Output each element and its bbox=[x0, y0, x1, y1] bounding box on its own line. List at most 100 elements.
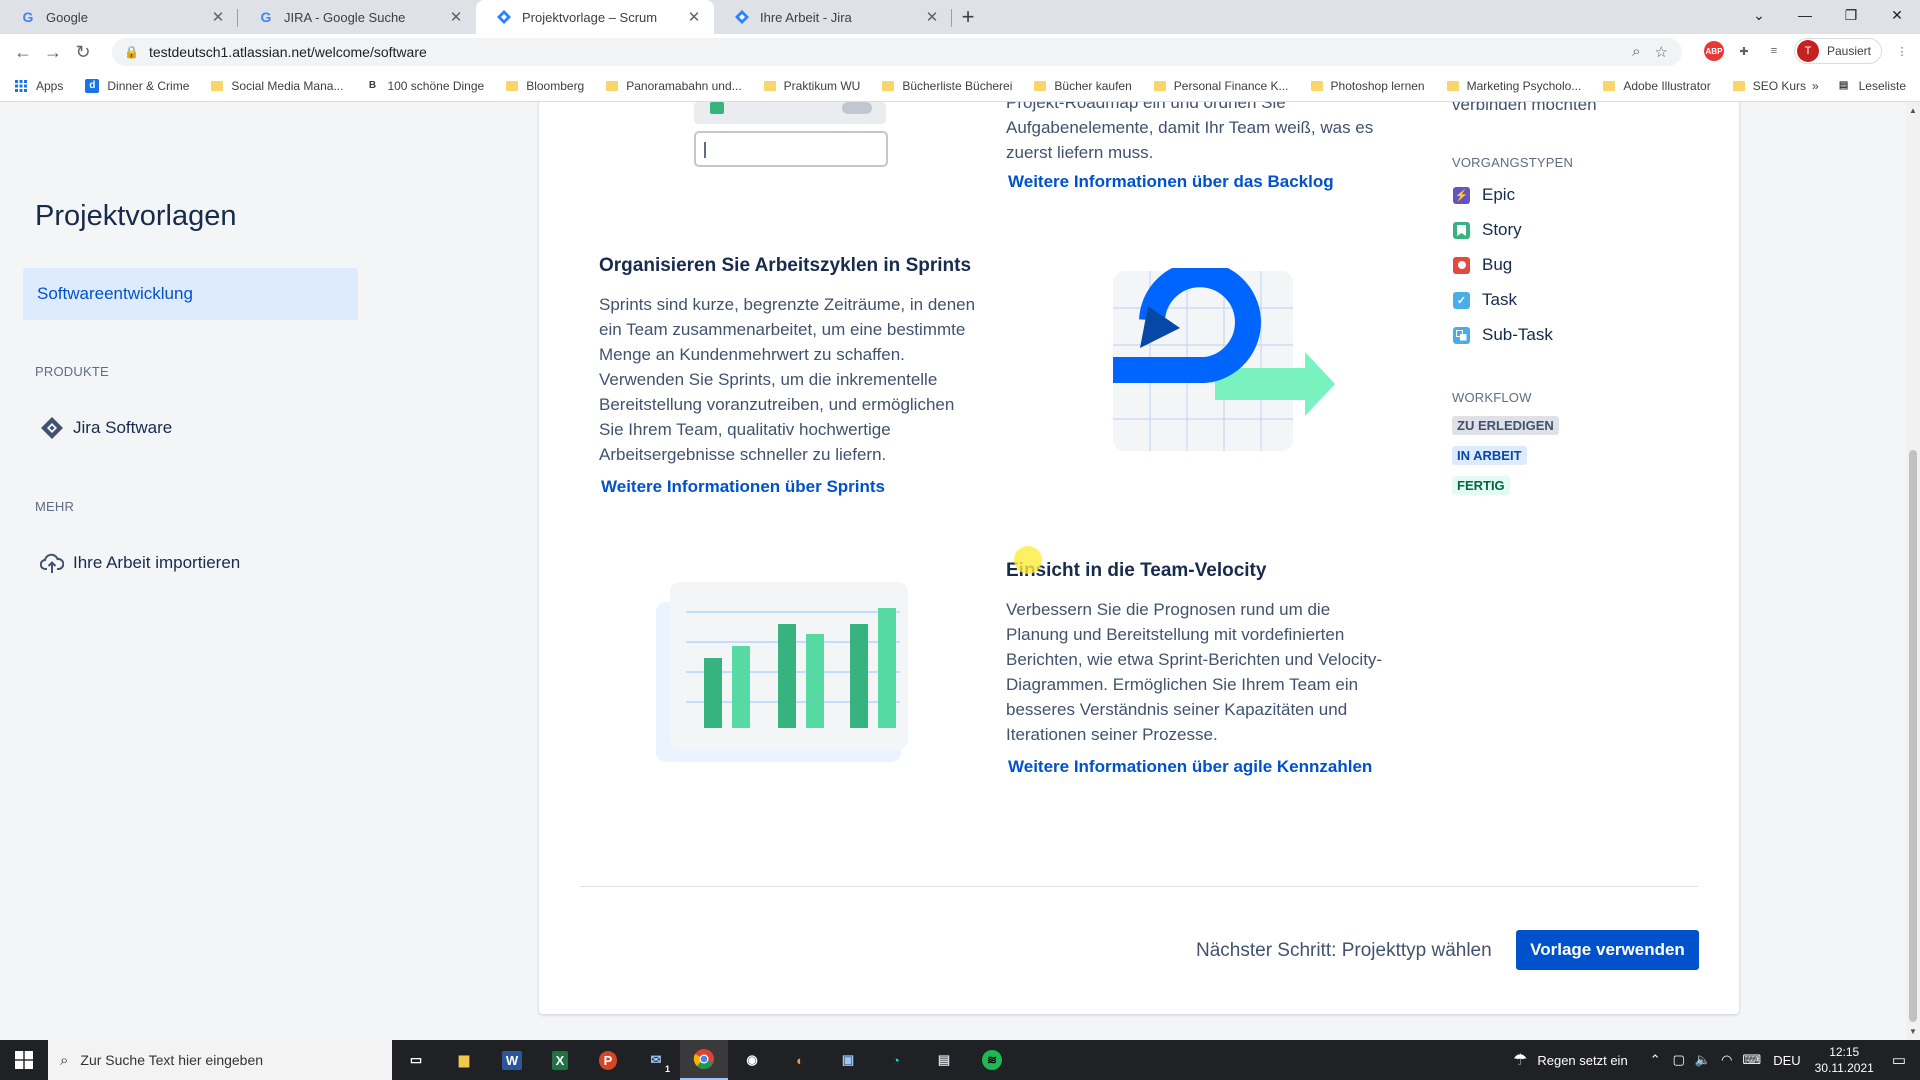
scroll-up-icon[interactable]: ▲ bbox=[1906, 106, 1920, 115]
jira-icon bbox=[496, 9, 512, 25]
new-tab-button[interactable]: + bbox=[952, 0, 984, 34]
issue-type-label: Bug bbox=[1482, 255, 1513, 274]
jira-software-icon bbox=[40, 416, 64, 440]
taskbar-search-input[interactable]: ⌕ Zur Suche Text hier eingeben bbox=[48, 1040, 392, 1080]
file-explorer-icon[interactable]: ▆ bbox=[440, 1040, 488, 1080]
tray-chevron-icon[interactable]: ⌃ bbox=[1650, 1052, 1661, 1068]
backlog-illustration bbox=[694, 102, 888, 167]
bookmark-folder[interactable]: Panoramabahn und... bbox=[606, 79, 742, 93]
powerpoint-icon[interactable]: P bbox=[584, 1040, 632, 1080]
bookmark-folder[interactable]: Adobe Illustrator bbox=[1603, 79, 1711, 93]
bookmark-folder[interactable]: Personal Finance K... bbox=[1153, 79, 1289, 93]
excel-icon[interactable]: X bbox=[536, 1040, 584, 1080]
windows-taskbar: ⌕ Zur Suche Text hier eingeben ▭ ▆ W X P… bbox=[0, 1040, 1920, 1080]
status-badge-todo: ZU ERLEDIGEN bbox=[1452, 416, 1559, 435]
forward-icon[interactable]: → bbox=[38, 42, 68, 63]
app-icon[interactable]: ▣ bbox=[824, 1040, 872, 1080]
sidebar-item-jira-software[interactable]: Jira Software bbox=[40, 416, 172, 440]
wifi-icon[interactable]: ◠ bbox=[1721, 1052, 1732, 1068]
sidebar-item-software-development[interactable]: Softwareentwicklung bbox=[23, 268, 358, 320]
app-icon[interactable]: ◐ bbox=[776, 1040, 824, 1080]
workflow-heading: WORKFLOW bbox=[1452, 390, 1532, 405]
more-bookmarks-icon[interactable]: » bbox=[1812, 79, 1819, 93]
bookmark-dinner-crime[interactable]: d Dinner & Crime bbox=[85, 78, 189, 93]
close-window-icon[interactable]: ✕ bbox=[1874, 0, 1920, 30]
minimize-icon[interactable]: — bbox=[1782, 0, 1828, 30]
bookmark-folder[interactable]: Photoshop lernen bbox=[1310, 79, 1425, 93]
browser-tab-google[interactable]: G Google ✕ bbox=[0, 0, 238, 34]
bookmark-star-icon[interactable]: ☆ bbox=[1655, 43, 1668, 61]
agile-metrics-link[interactable]: Weitere Informationen über agile Kennzah… bbox=[1008, 757, 1372, 777]
backlog-link[interactable]: Weitere Informationen über das Backlog bbox=[1008, 172, 1334, 192]
bookmark-folder[interactable]: Praktikum WU bbox=[763, 79, 860, 93]
use-template-button[interactable]: Vorlage verwenden bbox=[1516, 930, 1699, 970]
edge-icon[interactable]: ◔ bbox=[872, 1040, 920, 1080]
volume-icon[interactable]: 🔈 bbox=[1695, 1052, 1711, 1068]
story-icon bbox=[1453, 221, 1470, 239]
reading-list-button[interactable]: ▤ Leseliste bbox=[1837, 79, 1906, 93]
folder-icon bbox=[606, 80, 619, 91]
restore-icon[interactable]: ❐ bbox=[1828, 0, 1874, 30]
obs-icon[interactable]: ◉ bbox=[728, 1040, 776, 1080]
sprint-cycle-illustration bbox=[1113, 268, 1335, 451]
clock[interactable]: 12:15 30.11.2021 bbox=[1815, 1044, 1874, 1076]
zoom-icon[interactable]: ⌕ bbox=[1632, 43, 1640, 61]
close-icon[interactable]: ✕ bbox=[686, 8, 702, 26]
browser-tab-scrum-template[interactable]: Projektvorlage – Scrum ✕ bbox=[476, 0, 714, 34]
bookmark-folder[interactable]: Social Media Mana... bbox=[211, 79, 343, 93]
menu-icon[interactable]: ⋮ bbox=[1892, 41, 1912, 61]
address-bar[interactable]: 🔒 testdeutsch1.atlassian.net/welcome/sof… bbox=[112, 38, 1682, 66]
issue-type-story: Story bbox=[1453, 220, 1522, 240]
bookmark-apps[interactable]: Apps bbox=[14, 79, 63, 93]
task-view-icon[interactable]: ▭ bbox=[392, 1040, 440, 1080]
task-icon: ✓ bbox=[1453, 291, 1470, 309]
close-icon[interactable]: ✕ bbox=[210, 8, 226, 26]
status-badge-in-progress: IN ARBEIT bbox=[1452, 446, 1527, 465]
weather-icon[interactable]: ☂ bbox=[1513, 1050, 1527, 1070]
media-icon[interactable]: ≡ bbox=[1764, 41, 1784, 61]
reload-icon[interactable]: ↻ bbox=[68, 42, 98, 63]
browser-tab-jira-search[interactable]: G JIRA - Google Suche ✕ bbox=[238, 0, 476, 34]
sprints-link[interactable]: Weitere Informationen über Sprints bbox=[601, 477, 885, 497]
scrollbar-thumb[interactable] bbox=[1909, 450, 1917, 1022]
close-icon[interactable]: ✕ bbox=[448, 8, 464, 26]
spotify-icon[interactable]: ≋ bbox=[968, 1040, 1016, 1080]
mail-icon[interactable]: ✉ 1 bbox=[632, 1040, 680, 1080]
sprints-text: Arbeitsergebnisse schneller zu liefern. bbox=[599, 445, 887, 464]
bookmark-folder[interactable]: SEO Kurs bbox=[1732, 79, 1806, 93]
keyboard-icon[interactable]: ⌨ bbox=[1742, 1052, 1761, 1068]
profile-button[interactable]: T Pausiert bbox=[1793, 38, 1882, 64]
bookmark-folder[interactable]: Bloomberg bbox=[506, 79, 584, 93]
extensions-icon[interactable]: ✚ bbox=[1734, 41, 1754, 61]
back-icon[interactable]: ← bbox=[8, 42, 38, 63]
tab-search-icon[interactable]: ⌄ bbox=[1736, 0, 1782, 30]
velocity-chart-illustration bbox=[656, 582, 908, 762]
lock-icon[interactable]: 🔒 bbox=[124, 45, 139, 59]
notifications-icon[interactable]: ▭ bbox=[1892, 1051, 1906, 1069]
language-indicator[interactable]: DEU bbox=[1773, 1053, 1800, 1068]
profile-label: Pausiert bbox=[1826, 44, 1871, 58]
jira-icon bbox=[734, 9, 750, 25]
chrome-icon[interactable] bbox=[680, 1040, 728, 1080]
issue-type-label: Sub-Task bbox=[1482, 325, 1553, 344]
reading-list-icon: ▤ bbox=[1838, 80, 1849, 91]
app-icon[interactable]: ▤ bbox=[920, 1040, 968, 1080]
page-scrollbar[interactable]: ▲ ▼ bbox=[1906, 102, 1920, 1040]
sprints-text: Bereitstellung voranzutreiben, und ermög… bbox=[599, 395, 955, 414]
scroll-down-icon[interactable]: ▼ bbox=[1906, 1027, 1920, 1036]
footer-divider bbox=[580, 886, 1698, 887]
bookmark-100-dinge[interactable]: B 100 schöne Dinge bbox=[365, 79, 484, 93]
weather-text[interactable]: Regen setzt ein bbox=[1537, 1053, 1627, 1068]
windows-start-icon[interactable] bbox=[0, 1040, 48, 1080]
bookmark-folder[interactable]: Marketing Psycholo... bbox=[1446, 79, 1581, 93]
sidebar-title: Projektvorlagen bbox=[35, 200, 237, 232]
folder-icon bbox=[1446, 80, 1459, 91]
bookmark-folder[interactable]: Bücherliste Bücherei bbox=[882, 79, 1012, 93]
meet-icon[interactable]: ▢ bbox=[1673, 1052, 1685, 1068]
close-icon[interactable]: ✕ bbox=[924, 8, 940, 26]
browser-tab-your-work[interactable]: Ihre Arbeit - Jira ✕ bbox=[714, 0, 952, 34]
sidebar-item-import-work[interactable]: Ihre Arbeit importieren bbox=[40, 551, 240, 575]
bookmark-folder[interactable]: Bücher kaufen bbox=[1034, 79, 1132, 93]
word-icon[interactable]: W bbox=[488, 1040, 536, 1080]
adblock-icon[interactable]: ABP bbox=[1703, 41, 1724, 61]
